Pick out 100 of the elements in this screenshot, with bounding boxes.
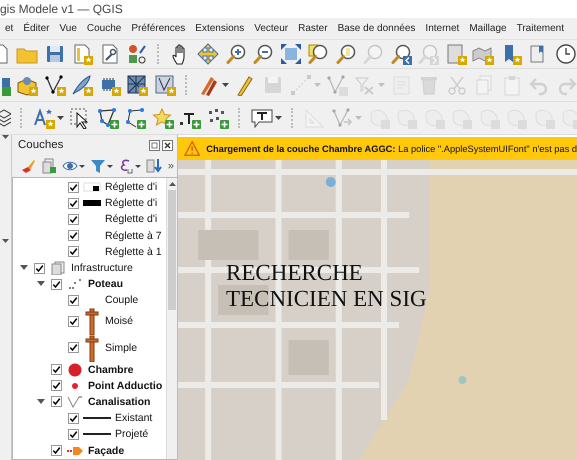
- add-star-icon[interactable]: [152, 107, 174, 129]
- expand-arrow-icon[interactable]: [37, 398, 45, 406]
- expression-icon[interactable]: [118, 158, 134, 174]
- menu-item[interactable]: Base de données: [332, 23, 420, 34]
- checkbox[interactable]: [68, 230, 79, 242]
- brush-icon[interactable]: [20, 158, 36, 174]
- map-view-icon[interactable]: [444, 43, 467, 65]
- warning-icon: [184, 140, 200, 157]
- scrollbar[interactable]: [166, 178, 177, 459]
- zoom-layer-icon[interactable]: [307, 43, 330, 65]
- group-icon: [51, 261, 65, 276]
- callout-icon[interactable]: [250, 107, 272, 129]
- zoom-selection-icon[interactable]: [334, 43, 357, 65]
- move-arrows-icon[interactable]: [197, 43, 220, 65]
- label-tool-icon[interactable]: [32, 107, 54, 129]
- layer-name[interactable]: Projeté: [115, 428, 148, 440]
- box-icon[interactable]: [16, 74, 38, 96]
- arrow-symbol-icon: [67, 446, 83, 456]
- layer-name[interactable]: Infrastructure: [71, 262, 133, 274]
- caret-icon[interactable]: [56, 116, 64, 120]
- expand-arrow-icon[interactable]: [37, 280, 45, 288]
- feather-icon[interactable]: [71, 74, 94, 96]
- layer-name[interactable]: Façade: [88, 444, 124, 457]
- layer-name[interactable]: Existant: [115, 412, 152, 424]
- zoom-last-icon[interactable]: [390, 43, 412, 65]
- checkbox[interactable]: [68, 182, 79, 193]
- move-down-icon[interactable]: [146, 158, 162, 174]
- line-symbol-icon: [67, 396, 83, 408]
- checkbox[interactable]: [34, 262, 45, 274]
- layer-name[interactable]: Réglette à 7: [105, 230, 162, 242]
- menu-item[interactable]: Couche: [82, 23, 126, 34]
- add-polygon-icon[interactable]: [96, 107, 119, 129]
- more-button[interactable]: »: [168, 160, 174, 172]
- layer-name[interactable]: Couple: [105, 294, 138, 306]
- checkbox[interactable]: [51, 278, 62, 290]
- menu-item[interactable]: Extensions: [190, 23, 250, 34]
- layer-name[interactable]: Point Adductio: [88, 380, 162, 392]
- line-symbol-icon: [83, 433, 111, 436]
- menu-item[interactable]: Internet: [420, 23, 464, 34]
- zoom-out-icon[interactable]: [252, 43, 274, 65]
- scroll-up-arrow-icon[interactable]: [168, 182, 176, 186]
- square-symbol-icon: [83, 182, 101, 192]
- checkbox[interactable]: [68, 198, 79, 209]
- menu-item[interactable]: Préférences: [126, 23, 190, 34]
- pole-icon: [85, 307, 99, 335]
- bar-symbol-icon: [83, 200, 101, 206]
- layer-name[interactable]: Moisé: [105, 315, 134, 327]
- layer-name[interactable]: Canalisation: [88, 396, 150, 408]
- add-points-icon[interactable]: [206, 107, 229, 129]
- layer-name[interactable]: Réglette d'i: [105, 213, 158, 226]
- checkbox[interactable]: [51, 364, 62, 376]
- menu-item[interactable]: Raster: [293, 23, 333, 34]
- panel-title: Couches: [18, 139, 64, 151]
- menu-item[interactable]: Vecteur: [249, 23, 294, 34]
- circle-symbol-icon: [68, 362, 82, 377]
- layer-name[interactable]: Poteau: [88, 278, 124, 290]
- points-symbol-icon: [68, 278, 82, 290]
- layer-name[interactable]: Réglette d'i: [105, 197, 158, 210]
- line-symbol-icon: [83, 417, 111, 420]
- expand-arrow-icon[interactable]: [20, 264, 28, 272]
- zoom-in-icon[interactable]: [224, 43, 247, 65]
- checkbox[interactable]: [68, 246, 79, 258]
- caret-icon[interactable]: [107, 164, 113, 168]
- window-title: gis Modele v1 — QGIS: [0, 1, 124, 18]
- menu-item[interactable]: Éditer: [18, 23, 54, 34]
- vertex-box-icon[interactable]: [154, 74, 176, 96]
- checkbox[interactable]: [68, 294, 79, 306]
- grid-icon[interactable]: [126, 74, 148, 96]
- warning-message: Chargement de la couche Chambre AGGC: La police ".AppleSystemUIFont" n'est pas d: [206, 144, 577, 154]
- checkbox[interactable]: [68, 214, 79, 225]
- checkbox[interactable]: [68, 316, 79, 326]
- checkbox[interactable]: [68, 428, 79, 440]
- checkbox[interactable]: [68, 342, 79, 353]
- menu-item[interactable]: et: [0, 23, 18, 34]
- dot-symbol-icon: [72, 382, 78, 389]
- checkbox[interactable]: [68, 412, 79, 424]
- style-icon[interactable]: [126, 43, 148, 65]
- layer-name[interactable]: Chambre: [88, 364, 134, 376]
- add-group-icon[interactable]: [41, 158, 57, 174]
- menu-item[interactable]: Maillage: [464, 23, 512, 34]
- float-icon[interactable]: [149, 140, 160, 150]
- checkbox[interactable]: [51, 380, 62, 392]
- caret-icon[interactable]: [274, 116, 282, 120]
- caret-icon[interactable]: [135, 164, 141, 168]
- menu-item[interactable]: Vue: [54, 23, 82, 34]
- add-line-icon[interactable]: [124, 107, 146, 129]
- caret-icon[interactable]: [2, 239, 9, 243]
- vertex-line-icon[interactable]: [44, 74, 66, 96]
- caret-icon[interactable]: [222, 83, 228, 87]
- close-icon[interactable]: [162, 140, 173, 150]
- checkbox[interactable]: [51, 396, 62, 408]
- pole-icon: [85, 334, 99, 362]
- layer-name[interactable]: Réglette d'i: [105, 181, 158, 194]
- layer-name[interactable]: Simple: [105, 342, 138, 354]
- layer-name[interactable]: Réglette à 1: [105, 246, 162, 258]
- full-extent-icon[interactable]: [280, 43, 302, 65]
- caret-icon[interactable]: [79, 164, 85, 168]
- clock-icon[interactable]: [554, 43, 577, 65]
- menu-item[interactable]: Traitement: [512, 23, 570, 34]
- checkbox[interactable]: [51, 445, 62, 456]
